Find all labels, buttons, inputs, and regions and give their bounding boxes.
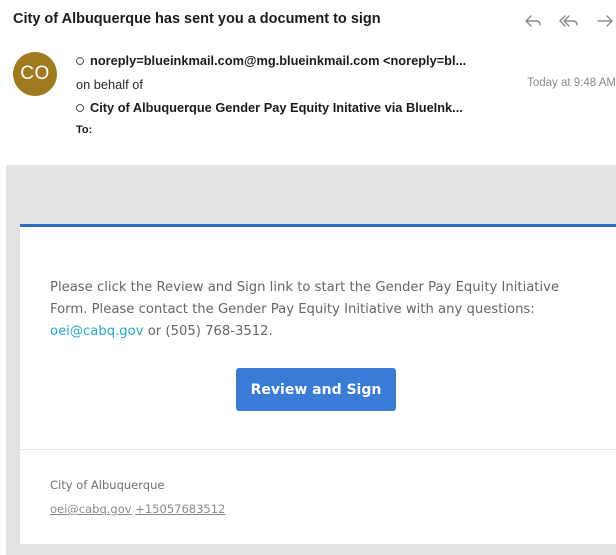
message-text: Please click the Review and Sign link to… xyxy=(50,277,590,343)
behalf-dot-icon xyxy=(76,103,84,112)
message-card: Please click the Review and Sign link to… xyxy=(20,224,616,544)
forward-icon[interactable] xyxy=(594,10,616,32)
sender-dot-icon xyxy=(76,56,84,65)
footer-email-link[interactable]: oei@cabq.gov xyxy=(50,502,132,516)
behalf-address[interactable]: City of Albuquerque Gender Pay Equity In… xyxy=(76,100,463,115)
sender-address[interactable]: noreply=blueinkmail.com@mg.blueinkmail.c… xyxy=(76,53,466,68)
on-behalf-label: on behalf of xyxy=(76,77,143,92)
email-subject: City of Albuquerque has sent you a docum… xyxy=(13,11,381,27)
email-header: City of Albuquerque has sent you a docum… xyxy=(0,0,616,165)
reply-all-icon[interactable] xyxy=(558,10,580,32)
contact-phone-text: or (505) 768-3512. xyxy=(143,324,273,339)
email-date: Today at 9:48 AM xyxy=(527,77,616,89)
footer-phone-link[interactable]: +15057683512 xyxy=(135,502,225,516)
to-label: To: xyxy=(76,124,93,136)
sender-avatar: CO xyxy=(13,52,57,96)
sender-text: noreply=blueinkmail.com@mg.blueinkmail.c… xyxy=(90,53,467,68)
behalf-text: City of Albuquerque Gender Pay Equity In… xyxy=(90,100,463,115)
email-actions xyxy=(522,10,616,32)
divider xyxy=(20,449,616,450)
message-body: Please click the Review and Sign link to… xyxy=(50,280,560,317)
contact-email-link[interactable]: oei@cabq.gov xyxy=(50,324,144,339)
email-body-area: Please click the Review and Sign link to… xyxy=(6,165,616,555)
footer-org: City of Albuquerque xyxy=(50,478,165,492)
footer-links: oei@cabq.gov +15057683512 xyxy=(50,502,225,516)
review-and-sign-button[interactable]: Review and Sign xyxy=(236,368,396,411)
reply-icon[interactable] xyxy=(522,10,544,32)
